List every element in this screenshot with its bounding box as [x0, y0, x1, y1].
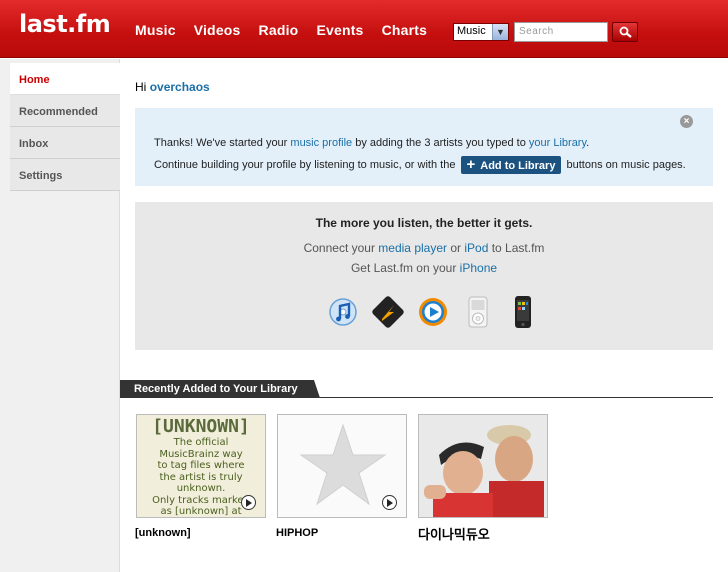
sidebar-item-settings[interactable]: Settings — [10, 159, 120, 191]
notice-text: Continue building your profile by listen… — [154, 158, 456, 171]
artist-name-hiphop[interactable]: HIPHOP — [276, 527, 318, 539]
itunes-icon[interactable] — [327, 296, 359, 328]
listen-text: to Last.fm — [488, 241, 545, 255]
device-icons — [327, 296, 552, 328]
notice-line-2: Continue building your profile by listen… — [154, 156, 686, 174]
nav-charts[interactable]: Charts — [382, 22, 428, 38]
notice-text: buttons on music pages. — [566, 158, 686, 171]
listen-promo-box: The more you listen, the better it gets.… — [135, 202, 713, 350]
notice-line-1: Thanks! We've started your music profile… — [154, 137, 589, 149]
listen-text: Connect your — [303, 241, 379, 255]
notice-text: . — [586, 137, 590, 149]
greeting: Hi overchaos — [135, 80, 210, 94]
music-profile-link[interactable]: music profile — [290, 137, 352, 149]
search-button[interactable] — [612, 22, 638, 42]
nav-music[interactable]: Music — [135, 22, 176, 38]
section-divider — [120, 397, 713, 398]
artist-thumb-hiphop[interactable] — [277, 414, 407, 518]
iphone-link[interactable]: iPhone — [460, 261, 497, 275]
connect-line: Connect your media player or iPod to Las… — [135, 241, 713, 255]
art-text-line: the artist is truly — [159, 471, 243, 483]
media-player-link[interactable]: media player — [378, 241, 447, 255]
artist-thumb-unknown[interactable]: [UNKNOWN] The official MusicBrainz way t… — [136, 414, 266, 518]
art-text-line: The official — [173, 437, 229, 448]
ipod-link[interactable]: iPod — [464, 241, 488, 255]
recently-added-heading: Recently Added to Your Library — [120, 380, 320, 398]
search-icon — [619, 26, 632, 38]
sidebar-item-home[interactable]: Home — [10, 63, 120, 95]
your-library-link[interactable]: your Library — [529, 137, 586, 149]
chevron-down-icon[interactable]: ▼ — [492, 24, 508, 40]
listen-title: The more you listen, the better it gets. — [315, 216, 533, 230]
nav-radio[interactable]: Radio — [259, 22, 299, 38]
artist-photo — [419, 415, 547, 517]
artist-thumb-dynamic-duo[interactable] — [418, 414, 548, 518]
ipod-icon[interactable] — [462, 296, 494, 328]
notice-text: Thanks! We've started your — [154, 137, 291, 149]
search-scope-value: Music — [457, 25, 486, 37]
main-nav: Music Videos Radio Events Charts — [135, 22, 445, 38]
close-icon[interactable]: × — [680, 115, 693, 128]
winamp-icon[interactable] — [372, 296, 404, 328]
iphone-icon[interactable] — [507, 296, 539, 328]
nav-events[interactable]: Events — [316, 22, 363, 38]
add-to-library-label: Add to Library — [480, 160, 556, 172]
artist-name-unknown[interactable]: [unknown] — [135, 527, 191, 539]
artist-name-dynamic-duo[interactable]: 다이나믹듀오 — [418, 524, 490, 543]
play-icon[interactable] — [382, 495, 397, 510]
search-input[interactable]: Search — [514, 22, 608, 42]
plus-icon: + — [466, 156, 476, 173]
header-bar: last.fm Music Videos Radio Events Charts… — [0, 0, 728, 58]
nav-videos[interactable]: Videos — [194, 22, 241, 38]
art-text-line: to tag files where — [157, 460, 245, 471]
notice-box: × Thanks! We've started your music profi… — [135, 108, 713, 186]
listen-text: Get Last.fm on your — [350, 261, 460, 275]
iphone-line: Get Last.fm on your iPhone — [135, 261, 713, 275]
play-icon[interactable] — [241, 495, 256, 510]
art-text-line: unknown. — [176, 483, 226, 494]
art-text-line: MusicBrainz way — [159, 448, 243, 460]
greeting-prefix: Hi — [135, 80, 147, 94]
notice-text: by adding the 3 artists you typed to — [352, 137, 529, 149]
username-link[interactable]: overchaos — [150, 80, 210, 94]
sidebar-item-inbox[interactable]: Inbox — [10, 127, 120, 159]
art-title: [UNKNOWN] — [152, 416, 250, 437]
windows-media-player-icon[interactable] — [417, 296, 449, 328]
add-to-library-button[interactable]: + Add to Library — [460, 156, 562, 174]
search-scope-select[interactable]: Music ▼ — [453, 23, 509, 41]
listen-text: or — [447, 241, 465, 255]
sidebar-item-recommended[interactable]: Recommended — [10, 95, 120, 127]
lastfm-logo[interactable]: last.fm — [19, 10, 111, 38]
